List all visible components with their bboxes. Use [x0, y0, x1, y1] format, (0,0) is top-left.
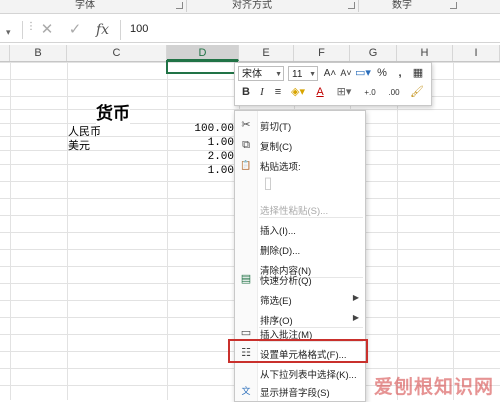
column-header-h[interactable]: H	[397, 45, 453, 61]
menu-item-cut[interactable]: ✂ 剪切(T)	[235, 115, 365, 135]
ribbon-group-font-label: 字体	[75, 0, 95, 11]
percent-style-icon[interactable]: %	[375, 66, 389, 81]
column-header-f[interactable]: F	[294, 45, 350, 61]
menu-item-copy[interactable]: ⧉ 复制(C)	[235, 135, 365, 155]
confirm-entry-icon[interactable]: ✓	[64, 20, 86, 40]
font-size-select[interactable]: 11 ▼	[288, 66, 318, 81]
menu-item-label: 插入(I)...	[260, 226, 296, 237]
increase-decimal-icon[interactable]: +.0	[359, 85, 381, 100]
highlight-annotation-box	[228, 339, 368, 363]
formula-input[interactable]: 100	[130, 23, 148, 35]
title-cell[interactable]: 货币	[96, 99, 130, 124]
accounting-format-icon[interactable]: ▭▾	[355, 66, 371, 81]
menu-item-label: 选择性粘贴(S)...	[260, 206, 329, 217]
insert-function-icon[interactable]: fx	[96, 20, 109, 40]
column-headers: B C D E F G H I	[0, 45, 500, 62]
ribbon-group-bar: 字体 对齐方式 数字	[0, 0, 500, 14]
cell-c-usd[interactable]: 美元	[68, 137, 90, 153]
center-align-icon[interactable]: ≡	[271, 85, 285, 100]
chevron-down-icon: ▼	[309, 71, 316, 78]
quick-analysis-icon: ▤	[240, 273, 252, 285]
chevron-down-icon: ▼	[275, 71, 282, 78]
select-all-corner[interactable]	[0, 45, 10, 61]
menu-item-show-phonetic[interactable]: 文 显示拼音字段(S)	[235, 381, 365, 401]
font-color-icon[interactable]: A	[311, 85, 329, 100]
cell-d-value-3[interactable]: 2.00	[168, 151, 234, 163]
column-header-e[interactable]: E	[239, 45, 294, 61]
chevron-down-icon[interactable]: ▾	[6, 27, 11, 38]
decrease-decimal-icon[interactable]: .00	[383, 85, 405, 100]
formula-bar: ▾ ⋮ ✕ ✓ fx 100	[0, 18, 500, 43]
font-name-select[interactable]: 宋体 ▼	[238, 66, 284, 81]
column-header-b[interactable]: B	[10, 45, 67, 61]
copy-icon: ⧉	[242, 139, 250, 151]
comment-icon: ▭	[240, 327, 252, 339]
column-header-c[interactable]: C	[67, 45, 167, 61]
paste-icon: 📋	[240, 160, 252, 170]
clipboard-icon: ▯	[263, 175, 273, 192]
menu-item-label: 显示拼音字段(S)	[260, 388, 330, 399]
increase-font-size-icon[interactable]: A˄	[323, 66, 337, 81]
menu-item-label: 筛选(E)	[260, 296, 292, 307]
submenu-arrow-icon: ▶	[352, 293, 359, 302]
font-dialog-launcher-icon[interactable]	[176, 2, 183, 9]
menu-item-pick-from-list[interactable]: 从下拉列表中选择(K)...	[235, 363, 365, 383]
column-header-d[interactable]: D	[167, 45, 239, 61]
cell-d-value-2[interactable]: 1.00	[168, 137, 234, 149]
scissors-icon: ✂	[241, 119, 251, 131]
menu-item-quick-analysis[interactable]: ▤ 快速分析(Q)	[235, 269, 365, 289]
fill-color-icon[interactable]: ◈▾	[289, 85, 307, 100]
menu-item-label: 复制(C)	[260, 142, 293, 153]
font-name-value: 宋体	[242, 69, 262, 80]
bold-button[interactable]: B	[239, 85, 253, 100]
mini-toolbar: 宋体 ▼ 11 ▼ A˄ A˅ ▭▾ % , ▦ B I ≡ ◈▾ A ⊞▾ +…	[234, 62, 432, 106]
menu-item-label: 删除(D)...	[260, 246, 301, 257]
menu-item-delete[interactable]: 删除(D)...	[235, 239, 365, 259]
font-size-value: 11	[292, 69, 303, 80]
column-header-g[interactable]: G	[350, 45, 397, 61]
menu-item-filter[interactable]: 筛选(E) ▶	[235, 289, 365, 309]
italic-button[interactable]: I	[255, 85, 269, 100]
number-dialog-launcher-icon[interactable]	[450, 2, 457, 9]
format-painter-table-icon[interactable]: ▦	[411, 66, 425, 81]
phonetic-icon: 文	[241, 386, 251, 396]
alignment-dialog-launcher-icon[interactable]	[348, 2, 355, 9]
formula-bar-resize-handle[interactable]: ⋮	[26, 21, 36, 32]
borders-icon[interactable]: ⊞▾	[335, 85, 353, 100]
menu-item-label: 快速分析(Q)	[260, 276, 312, 287]
menu-item-paste-options: 📋 粘贴选项:	[235, 155, 365, 175]
column-header-i[interactable]: I	[453, 45, 500, 61]
menu-item-insert[interactable]: 插入(I)...	[235, 219, 365, 239]
ribbon-group-alignment-label: 对齐方式	[232, 0, 272, 11]
menu-item-paste-special[interactable]: 选择性粘贴(S)...	[235, 199, 365, 219]
cell-d-value-4[interactable]: 1.00	[168, 165, 234, 177]
paste-option-button[interactable]: ▯	[235, 173, 365, 199]
cell-d-value-1[interactable]: 100.00	[168, 123, 234, 135]
menu-item-label: 从下拉列表中选择(K)...	[260, 370, 357, 381]
active-cell-indicator	[166, 60, 238, 74]
watermark-text: 爱刨根知识网	[374, 377, 495, 398]
name-box[interactable]: ▾	[0, 21, 23, 39]
format-painter-icon[interactable]: 🖌	[409, 85, 425, 100]
ribbon-group-number-label: 数字	[392, 0, 412, 11]
menu-item-label: 粘贴选项:	[260, 162, 301, 173]
submenu-arrow-icon: ▶	[352, 313, 359, 322]
comma-style-icon[interactable]: ,	[393, 66, 407, 81]
cancel-entry-icon[interactable]: ✕	[36, 20, 58, 40]
menu-item-label: 剪切(T)	[260, 122, 292, 133]
decrease-font-size-icon[interactable]: A˅	[339, 66, 353, 81]
